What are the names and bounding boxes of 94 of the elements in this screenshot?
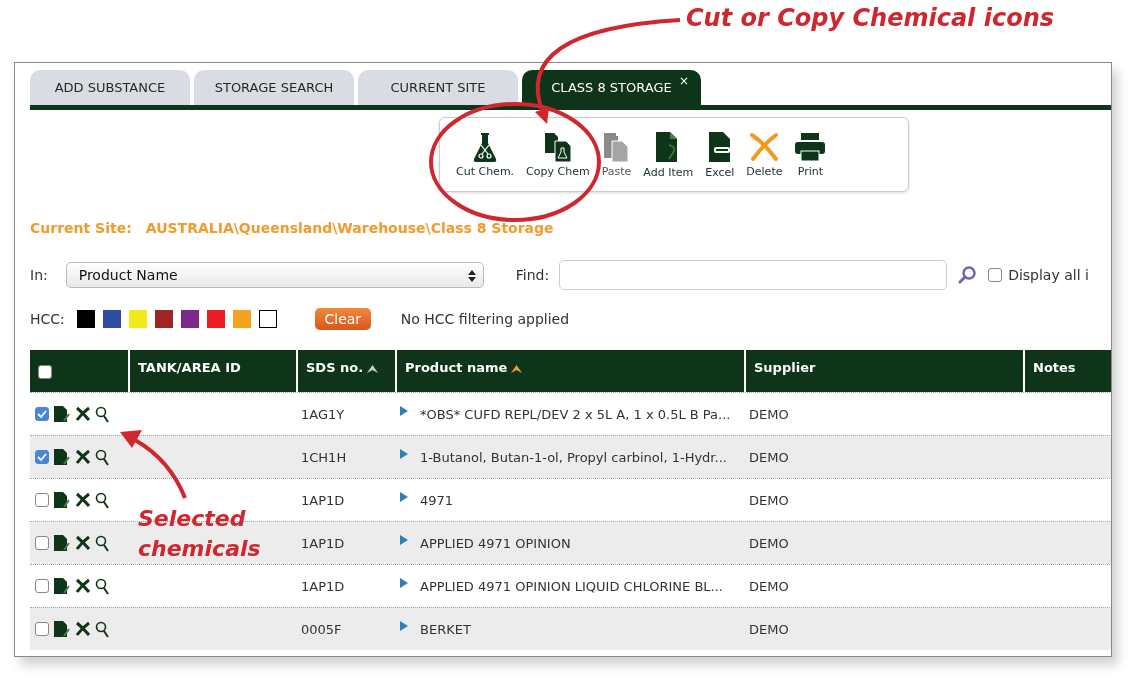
column-header[interactable]: TANK/AREA ID [138,360,241,375]
table-cell: APPLIED 4971 OPINION LIQUID CHLORINE BL... [420,578,723,594]
table-cell: DEMO [749,535,789,551]
row-checkbox[interactable] [35,622,49,636]
table-cell: 4971 [420,492,454,508]
column-header[interactable]: SDS no. [306,360,364,375]
toolbar-button[interactable]: Print [788,131,833,178]
expand-triangle-icon[interactable] [400,578,408,588]
tab[interactable]: CLASS 8 STORAGE × [522,70,701,105]
search-icon[interactable] [957,265,978,285]
expand-triangle-icon[interactable] [400,535,408,545]
magnifier-icon[interactable] [95,405,109,423]
table-cell: DEMO [749,406,789,422]
toolbar-button[interactable]: Delete [740,131,789,178]
edit-document-icon[interactable] [53,620,71,638]
in-label: In: [30,267,48,283]
table-cell: DEMO [749,578,789,594]
print-icon [794,131,827,162]
edit-document-icon[interactable] [53,577,71,595]
find-label: Find: [515,267,550,283]
cross-icon[interactable] [75,535,91,551]
edit-document-icon[interactable] [53,534,71,552]
row-checkbox[interactable] [35,536,49,550]
cross-icon[interactable] [75,492,91,508]
field-dropdown[interactable]: Product Name [65,262,484,288]
column-header[interactable]: Supplier [754,360,816,375]
expand-triangle-icon[interactable] [400,492,408,502]
magnifier-icon[interactable] [95,448,109,466]
table-cell: 1AG1Y [301,406,345,422]
hcc-swatch[interactable] [206,310,225,328]
row-checkbox[interactable] [35,579,49,593]
magnifier-icon[interactable] [95,534,109,552]
hcc-swatch[interactable] [102,310,121,328]
magnifier-icon[interactable] [95,620,109,638]
display-all-label: Display all i [1008,267,1089,283]
toolbar-button[interactable]: Cut Chem. [450,131,521,178]
tab[interactable]: STORAGE SEARCH [194,70,354,105]
magnifier-icon[interactable] [95,577,109,595]
copy-flask-icon [543,131,572,162]
table-cell: 0005F [301,621,342,637]
paste-icon [603,131,630,162]
table-cell: APPLIED 4971 OPINION [420,535,571,551]
table-cell: 1AP1D [301,535,345,551]
hcc-status: No HCC filtering applied [400,311,570,327]
tab[interactable]: ADD SUBSTANCE [30,70,190,105]
table-cell: *OBS* CUFD REPL/DEV 2 x 5L A, 1 x 0.5L B Pa... [420,406,731,422]
edit-document-icon[interactable] [53,448,71,466]
table-cell: DEMO [749,621,789,637]
close-icon[interactable]: × [678,74,689,88]
table-cell: 1CH1H [301,449,347,465]
column-header[interactable]: Product name [405,360,508,375]
toolbar-button[interactable]: Excel [699,130,741,179]
cross-icon[interactable] [75,449,91,465]
cross-icon[interactable] [75,578,91,594]
current-site-label: Current Site: [30,220,132,236]
table-cell: DEMO [749,492,789,508]
row-checkbox[interactable] [35,407,49,421]
tab[interactable]: CURRENT SITE [358,70,518,105]
spreadsheet-file-icon [707,130,732,163]
expand-triangle-icon[interactable] [400,621,408,631]
column-header[interactable]: Notes [1033,360,1076,375]
row-checkbox[interactable] [35,450,49,464]
select-all-checkbox[interactable] [38,365,52,379]
flask-scissors-icon [473,131,498,162]
expand-triangle-icon[interactable] [400,449,408,459]
hcc-label: HCC: [30,311,65,327]
current-site-path: AUSTRALIA\Queensland\Warehouse\Class 8 Storage [145,220,554,236]
cross-icon[interactable] [75,621,91,637]
annotation-text: Cut or Copy Chemical icons [686,4,1054,32]
annotation-arrow [120,430,187,499]
hcc-swatch[interactable] [76,310,95,328]
checkbox[interactable] [988,268,1003,282]
annotation-text: Selected chemicals [138,505,262,563]
hcc-swatch[interactable] [232,310,251,328]
toolbar-button[interactable]: Copy Chem [520,131,596,178]
cross-icon[interactable] [75,406,91,422]
table-cell: BERKET [420,621,471,637]
toolbar-button[interactable]: Add Item [637,130,700,179]
table-cell: 1AP1D [301,578,345,594]
edit-document-icon[interactable] [53,405,71,423]
edit-document-icon[interactable] [53,491,71,509]
table-cell: 1AP1D [301,492,345,508]
delete-icon [749,131,780,162]
find-field[interactable] [559,260,948,290]
spinner-icon [466,269,477,283]
expand-triangle-icon[interactable] [400,406,408,416]
hcc-swatch[interactable] [180,310,199,328]
magnifier-icon[interactable] [95,491,109,509]
row-checkbox[interactable] [35,493,49,507]
table-cell: DEMO [749,449,789,465]
hcc-swatch[interactable] [128,310,147,328]
table-cell: 1-Butanol, Butan-1-ol, Propyl carbinol, 1-Hydr... [420,449,727,465]
hcc-swatch[interactable] [258,310,277,328]
hcc-swatch[interactable] [154,310,173,328]
